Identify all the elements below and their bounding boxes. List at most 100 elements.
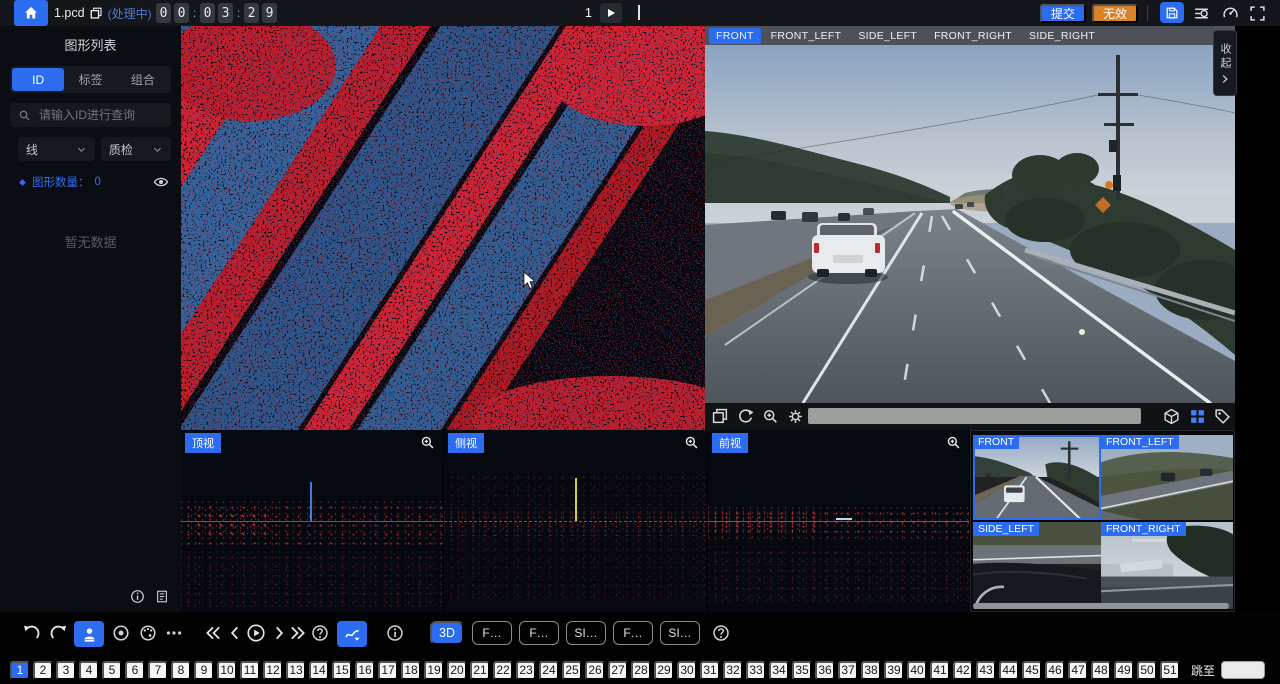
page-button-43[interactable]: 43 <box>976 661 996 680</box>
stage-filter-select[interactable]: 质检 <box>101 137 171 161</box>
next-frame-icon[interactable] <box>270 624 288 642</box>
refresh-rotate-icon[interactable] <box>737 408 754 425</box>
cube-3d-icon[interactable] <box>1163 408 1180 425</box>
redo-icon[interactable] <box>50 624 68 642</box>
page-button-1[interactable]: 1 <box>10 661 30 680</box>
page-button-17[interactable]: 17 <box>378 661 398 680</box>
more-options-icon[interactable] <box>165 624 183 642</box>
tab-id[interactable]: ID <box>12 68 64 91</box>
collapse-panel-button[interactable]: 收起 <box>1213 30 1237 96</box>
camera-view-button-2[interactable]: SI… <box>566 621 606 645</box>
undo-icon[interactable] <box>22 624 40 642</box>
page-button-29[interactable]: 29 <box>654 661 674 680</box>
page-button-23[interactable]: 23 <box>516 661 536 680</box>
page-button-28[interactable]: 28 <box>631 661 651 680</box>
annotator-mode-button[interactable] <box>74 621 104 647</box>
page-button-47[interactable]: 47 <box>1068 661 1088 680</box>
help-icon[interactable] <box>311 624 329 642</box>
camera-tab-side_left[interactable]: SIDE_LEFT <box>851 28 924 44</box>
last-frame-icon[interactable] <box>289 624 307 642</box>
ortho-view-side[interactable]: 侧视 <box>444 430 708 612</box>
page-button-10[interactable]: 10 <box>217 661 237 680</box>
save-button[interactable] <box>1160 2 1184 23</box>
page-button-44[interactable]: 44 <box>999 661 1019 680</box>
spline-tool-button[interactable] <box>337 621 367 647</box>
id-search-input[interactable] <box>37 107 163 123</box>
camera-view-button-4[interactable]: SI… <box>660 621 700 645</box>
palette-icon[interactable] <box>139 624 157 642</box>
page-button-11[interactable]: 11 <box>240 661 260 680</box>
play-button[interactable] <box>600 3 622 23</box>
visibility-eye-icon[interactable] <box>153 174 169 190</box>
page-button-34[interactable]: 34 <box>769 661 789 680</box>
gear-icon[interactable] <box>787 408 804 425</box>
camera-view-button-3[interactable]: F… <box>613 621 653 645</box>
page-button-38[interactable]: 38 <box>861 661 881 680</box>
info-icon[interactable] <box>386 624 404 642</box>
page-button-12[interactable]: 12 <box>263 661 283 680</box>
page-button-21[interactable]: 21 <box>470 661 490 680</box>
task-queue-icon[interactable] <box>1193 5 1210 22</box>
page-button-7[interactable]: 7 <box>148 661 168 680</box>
page-button-5[interactable]: 5 <box>102 661 122 680</box>
page-button-14[interactable]: 14 <box>309 661 329 680</box>
target-icon[interactable] <box>112 624 130 642</box>
dashboard-gauge-icon[interactable] <box>1222 5 1239 22</box>
page-button-41[interactable]: 41 <box>930 661 950 680</box>
page-button-3[interactable]: 3 <box>56 661 76 680</box>
grid-layout-icon[interactable] <box>1189 408 1206 425</box>
tag-icon[interactable] <box>1214 408 1231 425</box>
help-icon[interactable] <box>712 624 730 642</box>
page-button-37[interactable]: 37 <box>838 661 858 680</box>
page-button-45[interactable]: 45 <box>1022 661 1042 680</box>
page-button-35[interactable]: 35 <box>792 661 812 680</box>
thumbnails-scrollbar[interactable] <box>973 603 1229 609</box>
page-button-32[interactable]: 32 <box>723 661 743 680</box>
page-button-27[interactable]: 27 <box>608 661 628 680</box>
page-button-46[interactable]: 46 <box>1045 661 1065 680</box>
page-button-39[interactable]: 39 <box>884 661 904 680</box>
page-button-50[interactable]: 50 <box>1137 661 1157 680</box>
camera-tab-front_right[interactable]: FRONT_RIGHT <box>927 28 1019 44</box>
page-button-26[interactable]: 26 <box>585 661 605 680</box>
play-sequence-icon[interactable] <box>246 623 266 643</box>
page-button-30[interactable]: 30 <box>677 661 697 680</box>
camera-tab-front[interactable]: FRONT <box>709 28 761 44</box>
camera-view-button-0[interactable]: F… <box>472 621 512 645</box>
camera-view-button-1[interactable]: F… <box>519 621 559 645</box>
page-button-48[interactable]: 48 <box>1091 661 1111 680</box>
page-button-19[interactable]: 19 <box>424 661 444 680</box>
info-icon[interactable] <box>130 589 145 604</box>
camera-tab-front_left[interactable]: FRONT_LEFT <box>764 28 849 44</box>
page-button-6[interactable]: 6 <box>125 661 145 680</box>
pointcloud-3d-view[interactable] <box>181 26 705 430</box>
page-button-24[interactable]: 24 <box>539 661 559 680</box>
page-button-8[interactable]: 8 <box>171 661 191 680</box>
overlay-copy-icon[interactable] <box>712 408 729 425</box>
ortho-view-top[interactable]: 顶视 <box>181 430 444 612</box>
page-button-4[interactable]: 4 <box>79 661 99 680</box>
page-button-42[interactable]: 42 <box>953 661 973 680</box>
page-button-18[interactable]: 18 <box>401 661 421 680</box>
page-button-31[interactable]: 31 <box>700 661 720 680</box>
page-button-40[interactable]: 40 <box>907 661 927 680</box>
invalid-button[interactable]: 无效 <box>1092 4 1138 23</box>
view-3d-button[interactable]: 3D <box>430 621 464 645</box>
magnify-plus-icon[interactable] <box>684 435 699 450</box>
type-filter-select[interactable]: 线 <box>18 137 95 161</box>
page-button-15[interactable]: 15 <box>332 661 352 680</box>
tab-group[interactable]: 组合 <box>117 68 169 91</box>
thumbnail-front[interactable]: FRONT <box>973 435 1101 520</box>
page-button-25[interactable]: 25 <box>562 661 582 680</box>
jump-to-input[interactable] <box>1221 661 1265 679</box>
copy-icon[interactable] <box>90 7 103 20</box>
page-button-13[interactable]: 13 <box>286 661 306 680</box>
page-button-16[interactable]: 16 <box>355 661 375 680</box>
page-button-33[interactable]: 33 <box>746 661 766 680</box>
fullscreen-icon[interactable] <box>1249 5 1266 22</box>
ortho-view-front[interactable]: 前视 <box>708 430 970 612</box>
zoom-in-icon[interactable] <box>762 408 779 425</box>
page-button-36[interactable]: 36 <box>815 661 835 680</box>
page-button-22[interactable]: 22 <box>493 661 513 680</box>
notes-icon[interactable] <box>155 589 169 604</box>
